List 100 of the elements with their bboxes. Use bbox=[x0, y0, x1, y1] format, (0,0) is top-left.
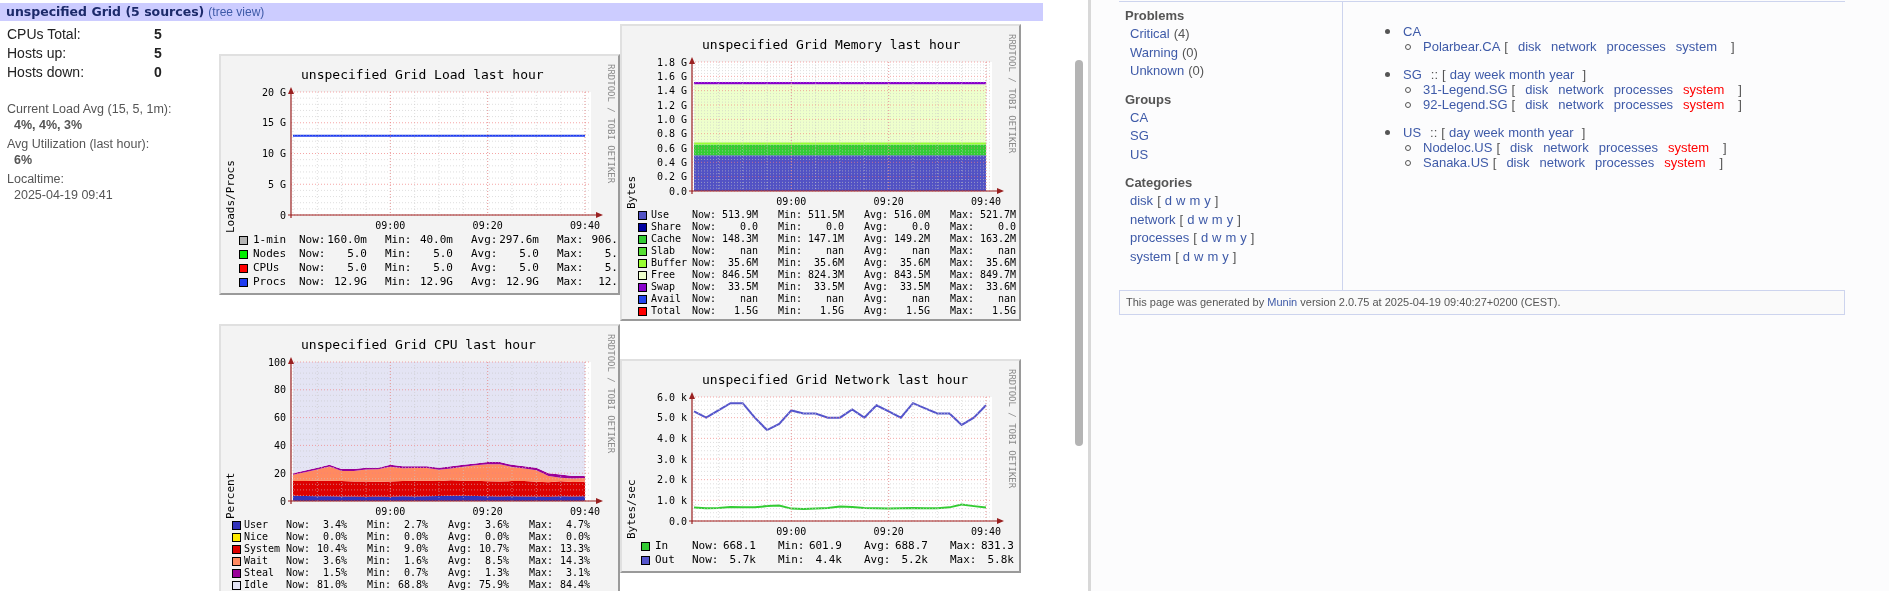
period-link[interactable]: d bbox=[1164, 192, 1172, 211]
category-link[interactable]: disk bbox=[1525, 97, 1549, 112]
group-link[interactable]: US bbox=[1403, 125, 1422, 140]
period-link[interactable]: month bbox=[1508, 125, 1545, 140]
category-link[interactable]: system bbox=[1667, 140, 1710, 155]
host-link[interactable]: 92-Legend.SG bbox=[1423, 97, 1508, 112]
category-link[interactable]: network bbox=[1558, 82, 1604, 97]
category-link[interactable]: network bbox=[1558, 97, 1604, 112]
legend-label: Buffer bbox=[651, 257, 689, 269]
host-link[interactable]: Nodeloc.US bbox=[1423, 140, 1493, 155]
bracket-text: ] bbox=[1723, 140, 1727, 155]
period-link[interactable]: year bbox=[1549, 67, 1575, 82]
legend-stat: Avg: 12.9G bbox=[471, 275, 539, 289]
nav-link[interactable]: US bbox=[1130, 145, 1149, 164]
category-link[interactable]: network bbox=[1551, 39, 1597, 54]
nav-count: (0) bbox=[1181, 43, 1198, 62]
category-link[interactable]: network bbox=[1539, 155, 1586, 170]
legend-label: Procs bbox=[253, 275, 288, 289]
legend-stat: Now: 513.9M bbox=[692, 209, 758, 221]
period-link[interactable]: week bbox=[1474, 67, 1505, 82]
category-link[interactable]: processes bbox=[1613, 97, 1674, 112]
period-link[interactable]: week bbox=[1473, 125, 1505, 140]
legend-label: Idle bbox=[244, 579, 270, 591]
category-link[interactable]: disk bbox=[1525, 82, 1549, 97]
legend-stat: Now: nan bbox=[692, 245, 758, 257]
y-tick-label: 20 G bbox=[261, 86, 286, 98]
period-link[interactable]: m bbox=[1207, 247, 1219, 266]
legend-stat: Max: 849.7M bbox=[950, 269, 1016, 281]
legend-stat: Max: 906. bbox=[557, 233, 618, 247]
category-link[interactable]: system bbox=[1683, 82, 1725, 97]
period-link[interactable]: year bbox=[1548, 125, 1574, 140]
munin-link[interactable]: Munin bbox=[1267, 296, 1298, 309]
period-link[interactable]: d bbox=[1182, 247, 1191, 266]
group-link[interactable]: SG bbox=[1403, 67, 1422, 82]
group-link[interactable]: CA bbox=[1403, 24, 1422, 39]
category-link[interactable]: disk bbox=[1510, 140, 1534, 155]
legend-label: Share bbox=[651, 221, 683, 233]
period-link[interactable]: month bbox=[1509, 67, 1546, 82]
period-link[interactable]: m bbox=[1225, 229, 1237, 248]
legend-label: Free bbox=[651, 269, 677, 281]
period-link[interactable]: day bbox=[1449, 67, 1471, 82]
period-link[interactable]: w bbox=[1198, 210, 1208, 229]
legend-stat: Min: 12.9G bbox=[385, 275, 453, 289]
nav-link[interactable]: network bbox=[1130, 210, 1176, 229]
period-link[interactable]: m bbox=[1189, 192, 1201, 211]
bracket-text: [ bbox=[1511, 97, 1516, 112]
bracket-text: ] bbox=[1719, 155, 1724, 170]
graph-title: unspecified Grid Load last hour bbox=[301, 67, 544, 82]
tree-view-link[interactable]: (tree view) bbox=[208, 3, 265, 21]
period-link[interactable]: y bbox=[1240, 229, 1247, 248]
legend-stat: Max: 521.7M bbox=[950, 209, 1016, 221]
category-link[interactable]: disk bbox=[1517, 39, 1542, 54]
category-link[interactable]: system bbox=[1664, 155, 1706, 170]
y-tick-label: 1.2 G bbox=[656, 99, 687, 111]
period-link[interactable]: w bbox=[1176, 192, 1186, 211]
nav-link[interactable]: system bbox=[1130, 247, 1172, 266]
nav-link[interactable]: Critical bbox=[1130, 25, 1170, 44]
scrollbar-thumb[interactable] bbox=[1075, 60, 1083, 446]
period-link[interactable]: d bbox=[1200, 229, 1209, 248]
credit-text: RRDTOOL / TOBI OETIKER bbox=[1007, 369, 1017, 491]
category-link[interactable]: processes bbox=[1613, 82, 1674, 97]
y-tick-label: 60 bbox=[273, 412, 286, 424]
separator-text: :: bbox=[1430, 67, 1439, 82]
nav-link[interactable]: Warning bbox=[1130, 43, 1178, 62]
legend-stat: Now: 35.6M bbox=[692, 257, 758, 269]
legend-stat: Min: 5.0 bbox=[385, 261, 453, 275]
legend-stat: Avg: 10.7% bbox=[448, 543, 509, 555]
period-link[interactable]: y bbox=[1222, 247, 1229, 266]
detail-value: 4%, 4%, 3% bbox=[13, 117, 84, 133]
legend-stat: Avg: 843.5M bbox=[864, 269, 930, 281]
category-link[interactable]: processes bbox=[1598, 140, 1658, 155]
x-tick-label: 09:20 bbox=[472, 220, 503, 231]
bullet-icon bbox=[1385, 29, 1390, 34]
period-link[interactable]: w bbox=[1212, 229, 1222, 248]
category-link[interactable]: network bbox=[1543, 140, 1589, 155]
period-link[interactable]: y bbox=[1226, 210, 1234, 229]
nav-link[interactable]: CA bbox=[1130, 108, 1149, 127]
host-link[interactable]: Polarbear.CA bbox=[1423, 39, 1501, 54]
category-link[interactable]: disk bbox=[1506, 155, 1530, 170]
period-link[interactable]: day bbox=[1448, 125, 1470, 140]
host-link[interactable]: 31-Legend.SG bbox=[1423, 82, 1508, 97]
category-link[interactable]: processes bbox=[1606, 39, 1666, 54]
period-link[interactable]: y bbox=[1204, 192, 1211, 211]
nav-link[interactable]: disk bbox=[1130, 192, 1154, 211]
nav-link[interactable]: processes bbox=[1130, 229, 1190, 248]
y-tick-label: 80 bbox=[273, 384, 286, 396]
category-link[interactable]: processes bbox=[1595, 155, 1655, 170]
legend-stat: Max: 831.3 bbox=[950, 539, 1014, 553]
period-link[interactable]: w bbox=[1194, 247, 1204, 266]
host-link[interactable]: Sanaka.US bbox=[1423, 155, 1489, 170]
category-link[interactable]: system bbox=[1675, 39, 1718, 54]
nav-link[interactable]: SG bbox=[1130, 127, 1149, 146]
nav-link[interactable]: Unknown bbox=[1130, 62, 1185, 81]
period-link[interactable]: m bbox=[1211, 210, 1223, 229]
y-tick-label: 0 bbox=[279, 209, 286, 221]
legend-label: Steal bbox=[244, 567, 276, 579]
legend-stat: Now: 5.0 bbox=[299, 261, 367, 275]
bracket-text: [ bbox=[1193, 229, 1197, 247]
category-link[interactable]: system bbox=[1683, 97, 1725, 112]
period-link[interactable]: d bbox=[1187, 210, 1195, 229]
